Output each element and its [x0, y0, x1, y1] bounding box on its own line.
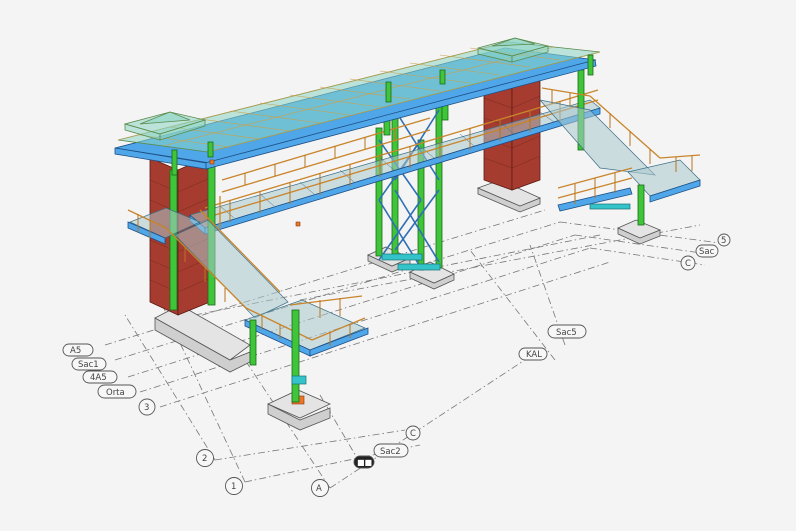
grid-bubble-sac1[interactable]: Sac1	[71, 357, 107, 371]
grid-label-3: 3	[144, 403, 149, 413]
grid-bubble-far-c[interactable]: C	[680, 255, 696, 271]
grid-bubble-sac2[interactable]: Sac2	[373, 443, 409, 458]
grid-bubble-c[interactable]: C	[405, 425, 421, 441]
grid-bubble-3[interactable]: 3	[138, 398, 156, 416]
grid-bubble-kal[interactable]: KAL	[518, 347, 548, 361]
grid-label-sac2: Sac2	[380, 447, 401, 457]
grid-bubble-a5[interactable]: A5	[62, 343, 94, 357]
footbridge-3d-model[interactable]: A5 Sac1 4A5 Orta 3 2 1 A ■■ Sac2 C KAL S…	[0, 0, 796, 531]
grid-label-2: 2	[202, 454, 207, 464]
grid-bubble-1[interactable]: 1	[225, 477, 243, 495]
grid-bubble-4a5[interactable]: 4A5	[82, 370, 118, 384]
grid-label-sac1: Sac1	[78, 360, 99, 370]
grid-bubble-far-sac[interactable]: Sac	[695, 244, 719, 258]
grid-bubbles-left: A5 Sac1 4A5 Orta 3	[62, 343, 156, 416]
grid-bubble-a[interactable]: A	[311, 479, 329, 497]
grid-bubble-sac5[interactable]: Sac5	[547, 324, 587, 339]
grid-bubbles-far-right: C Sac 5	[680, 233, 731, 271]
grid-label-4a5: 4A5	[90, 373, 107, 383]
grid-label-a: A	[316, 484, 322, 494]
model-viewport[interactable]: A5 Sac1 4A5 Orta 3 2 1 A ■■ Sac2 C KAL S…	[0, 0, 796, 531]
grid-bubble-2[interactable]: 2	[196, 449, 214, 467]
grid-bubble-orta[interactable]: Orta	[97, 384, 137, 399]
grid-label-orta: Orta	[106, 388, 125, 398]
grid-bubbles-bottom-right: ■■ Sac2 C	[353, 425, 421, 469]
grid-label-sac5: Sac5	[556, 328, 577, 338]
grid-bubble-marker[interactable]: ■■	[353, 455, 375, 469]
grid-label-marker: ■■	[357, 458, 372, 467]
grid-label-a5: A5	[70, 346, 81, 356]
grid-label-c: C	[410, 429, 416, 439]
grid-bubble-5[interactable]: 5	[717, 233, 731, 247]
grid-label-kal: KAL	[526, 350, 542, 360]
grid-label-far-c: C	[685, 259, 691, 269]
grid-bubbles-center-right: KAL Sac5	[518, 324, 587, 361]
grid-label-far-sac: Sac	[699, 247, 715, 257]
grid-bubbles-bottom: 2 1 A	[196, 449, 329, 497]
grid-label-1: 1	[231, 482, 236, 492]
grid-label-5: 5	[721, 236, 726, 246]
right-stair	[539, 87, 701, 226]
